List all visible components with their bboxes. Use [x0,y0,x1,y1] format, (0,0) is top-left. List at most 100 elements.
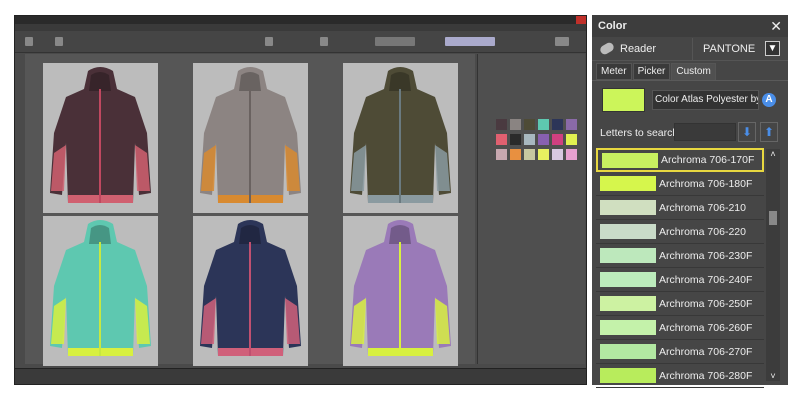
panel-title: Color ✕ [592,15,788,37]
tab-picker[interactable]: Picker [632,63,671,80]
color-chip [600,248,656,263]
color-chip [600,200,656,215]
playback-controls[interactable] [375,37,415,46]
color-name: Archroma 706-180F [659,177,753,190]
palette-swatch[interactable] [566,134,577,145]
jacket-illustration [50,67,151,203]
scrollbar[interactable]: ˄ ˅ [766,149,780,381]
palette-swatch[interactable] [538,134,549,145]
jacket-image[interactable] [193,63,308,213]
palette-swatch[interactable] [566,149,577,160]
color-chip [600,368,656,383]
color-panel: Color ✕ Reader PANTONE ▼ Meter Picker Cus… [592,15,788,388]
color-name: Archroma 706-250F [659,297,753,310]
jacket-illustration [200,67,301,203]
library-select-value: Color Atlas Polyester by [655,94,759,105]
pantone-label: PANTONE [703,42,756,55]
dropdown-icon[interactable]: ▼ [765,41,780,56]
jacket-illustration [350,67,451,203]
palette-swatch[interactable] [524,149,535,160]
arrow-up-button[interactable]: ⬆ [760,122,778,142]
toolbar-button[interactable] [55,37,63,46]
toolbar [15,31,586,53]
color-chip [602,152,658,168]
color-name: Archroma 706-270F [659,345,753,358]
palette-swatch[interactable] [510,149,521,160]
palette-swatch[interactable] [552,119,563,130]
jacket-illustration [200,220,301,356]
palette-swatch[interactable] [496,119,507,130]
search-label: Letters to search [600,127,679,139]
palette-swatch[interactable] [552,134,563,145]
view-buttons[interactable] [445,37,495,46]
panel-title-text: Color [598,20,627,32]
jacket-illustration [350,220,451,356]
toolbar-button[interactable] [25,37,33,46]
jacket-image[interactable] [43,216,158,366]
color-chip [600,296,656,311]
color-list-item[interactable]: Archroma 706-230F [596,244,764,268]
reader-button[interactable]: Reader [620,43,692,55]
color-name: Archroma 706-220 [659,225,746,238]
jacket-image[interactable] [343,216,458,366]
auto-icon[interactable]: A [762,93,776,107]
color-list-item[interactable]: Archroma 706-270F [596,340,764,364]
palette-swatch[interactable] [524,119,535,130]
scroll-thumb[interactable] [769,211,777,225]
color-list-item[interactable]: Archroma 706-170F [596,148,764,172]
color-chip [600,176,656,191]
palette-swatch[interactable] [538,119,549,130]
color-name: Archroma 706-170F [661,154,755,166]
toolbar-button[interactable] [320,37,328,46]
color-name: Archroma 706-280F [659,369,753,382]
color-name: Archroma 706-260F [659,321,753,334]
scroll-down-icon[interactable]: ˅ [766,371,780,381]
color-name: Archroma 706-210 [659,201,746,214]
palette-swatch[interactable] [510,134,521,145]
color-list-item[interactable]: Archroma 706-260F [596,316,764,340]
color-chip [600,344,656,359]
palette-swatch[interactable] [552,149,563,160]
jacket-image[interactable] [343,63,458,213]
toolbar-button[interactable] [555,37,569,46]
library-select[interactable]: Color Atlas Polyester by ∨ [652,90,759,110]
palette-swatch[interactable] [510,119,521,130]
image-grid [25,54,475,366]
app-title-bar [15,16,586,24]
palette-swatch[interactable] [496,149,507,160]
palette-swatch[interactable] [566,119,577,130]
color-chip [600,320,656,335]
scroll-up-icon[interactable]: ˄ [766,149,780,159]
palette-swatch[interactable] [524,134,535,145]
palette-swatch[interactable] [496,134,507,145]
color-list: Archroma 706-170F Archroma 706-180F Archro… [596,148,764,388]
color-list-item[interactable]: Archroma 706-250F [596,292,764,316]
color-list-item[interactable]: Archroma 706-180F [596,172,764,196]
color-palette-panel [477,54,585,364]
jacket-image[interactable] [193,216,308,366]
close-icon[interactable]: ✕ [770,18,782,35]
color-list-item[interactable]: Archroma 706-240F [596,268,764,292]
color-list-item[interactable]: Archroma 706-210 [596,196,764,220]
arrow-down-button[interactable]: ⬇ [738,122,756,142]
reader-row: Reader PANTONE ▼ [592,37,788,61]
color-chip [600,272,656,287]
status-bar [15,368,586,384]
toolbar-button[interactable] [265,37,273,46]
color-name: Archroma 706-240F [659,273,753,286]
search-input[interactable] [674,123,736,141]
tab-meter[interactable]: Meter [596,63,632,80]
design-app-window [14,15,587,385]
color-list-item[interactable]: Archroma 706-220 [596,220,764,244]
palette-swatch[interactable] [538,149,549,160]
color-list-item[interactable]: Archroma 706-280F [596,364,764,388]
color-chip [600,224,656,239]
color-name: Archroma 706-230F [659,249,753,262]
current-color-swatch [602,88,645,112]
jacket-illustration [50,220,151,356]
jacket-image[interactable] [43,63,158,213]
reader-icon [598,41,616,56]
menu-bar[interactable] [15,24,586,31]
tab-custom[interactable]: Custom [671,63,716,80]
app-close-button[interactable] [576,16,586,24]
